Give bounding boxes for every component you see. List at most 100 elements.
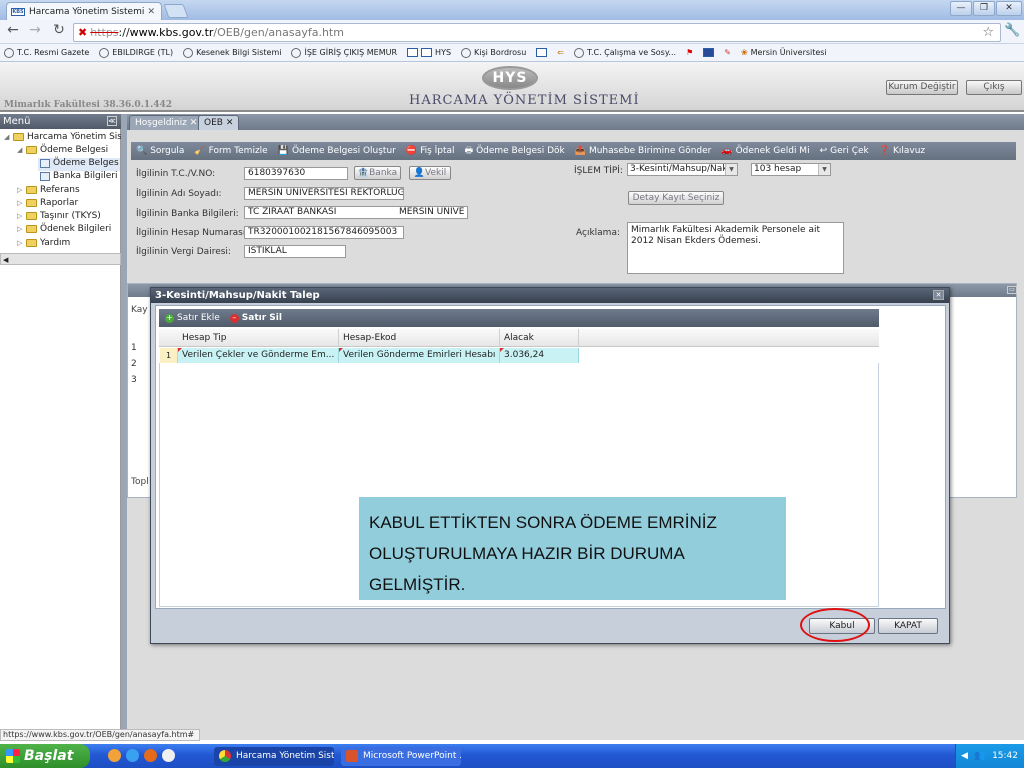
- column-alacak[interactable]: Alacak: [500, 329, 579, 347]
- menu-item-yardim[interactable]: ▷ Yardım: [17, 238, 70, 248]
- cell-hesap-tip[interactable]: Verilen Çekler ve Gönderme Em...: [178, 348, 339, 363]
- muhasebe-gonder-button[interactable]: 📤 Muhasebe Birimine Gönder: [575, 146, 712, 156]
- taskbar-item-powerpoint[interactable]: Microsoft PowerPoint ...: [341, 747, 461, 766]
- odeme-belgesi-olustur-button[interactable]: 💾 Ödeme Belgesi Oluştur: [278, 146, 396, 156]
- change-unit-button[interactable]: Kurum Değiştir: [886, 80, 958, 95]
- expand-icon: ▷: [17, 239, 23, 247]
- bookmarks-bar: T.C. Resmi Gazete EBILDIRGE (TL) Kesenek…: [0, 44, 1024, 62]
- chevron-down-icon[interactable]: ▼: [818, 164, 830, 175]
- close-tab-icon[interactable]: ✕: [190, 118, 198, 128]
- globe-icon: [4, 47, 14, 58]
- tc-label: İlgilinin T.C./V.NO:: [136, 169, 216, 179]
- menu-item-tasinir[interactable]: ▷ Taşınır (TKYS): [17, 211, 101, 221]
- form-temizle-button[interactable]: 🧹 Form Temizle: [194, 146, 267, 156]
- collapse-icon[interactable]: ≪: [107, 116, 117, 126]
- odeme-belgesi-dok-button[interactable]: 🖶 Ödeme Belgesi Dök: [465, 143, 565, 159]
- collapse-icon[interactable]: ▭: [1007, 286, 1017, 294]
- islem-select[interactable]: 3-Kesinti/Mahsup/Nak ▼: [627, 163, 738, 176]
- tab-oeb[interactable]: OEB ✕: [198, 115, 240, 130]
- minimize-icon[interactable]: —: [950, 1, 972, 16]
- back-arrow-icon[interactable]: ←: [4, 22, 22, 38]
- close-window-icon[interactable]: ✕: [996, 1, 1022, 16]
- bookmark-item[interactable]: ⇐: [557, 48, 564, 57]
- bookmark-item[interactable]: Kesenek Bilgi Sistemi: [183, 47, 281, 58]
- bookmark-item[interactable]: Kişi Bordrosu: [461, 47, 526, 58]
- desc-textarea[interactable]: Mimarlık Fakültesi Akademik Personele ai…: [627, 222, 844, 274]
- iban-input[interactable]: TR320001002181567846095003: [244, 226, 404, 239]
- browser-tab[interactable]: KBS Harcama Yönetim Sistemi ✕: [6, 2, 162, 20]
- modal-close-icon[interactable]: ✕: [933, 290, 944, 300]
- odenek-geldi-mi-button[interactable]: 🚗 Ödenek Geldi Mi: [721, 146, 809, 156]
- row-number: 1: [131, 343, 137, 353]
- user-icon: 👤: [413, 168, 425, 178]
- folder-icon: [26, 146, 37, 154]
- forward-arrow-icon[interactable]: →: [26, 22, 44, 38]
- bookmark-item[interactable]: [536, 48, 548, 57]
- user-tray-icon[interactable]: 👥: [974, 744, 985, 768]
- close-tab-icon[interactable]: ✕: [147, 7, 155, 17]
- menu-item-hys[interactable]: ◢ Harcama Yönetim Sis: [4, 132, 122, 142]
- tax-input[interactable]: İSTİKLAL: [244, 245, 346, 258]
- desktop-quicklaunch-icon[interactable]: [162, 749, 175, 762]
- desc-label: Açıklama:: [576, 228, 620, 238]
- menu-item-raporlar[interactable]: ▷ Raporlar: [17, 198, 78, 208]
- bank-input[interactable]: TC ZIRAAT BANKASI MERSİN ÜNİVE: [244, 206, 468, 219]
- bookmark-item[interactable]: T.C. Resmi Gazete: [4, 47, 89, 58]
- exit-button[interactable]: Çıkış: [966, 80, 1022, 95]
- close-tab-icon[interactable]: ✕: [226, 118, 234, 128]
- cell-hesap-ekod[interactable]: Verilen Gönderme Emirleri Hesabı: [339, 348, 500, 363]
- bookmark-item[interactable]: ⚑: [686, 48, 693, 57]
- menu-horizontal-scrollbar[interactable]: ◀: [0, 253, 121, 265]
- bookmark-item[interactable]: HYS: [407, 48, 451, 57]
- cell-alacak[interactable]: 3.036,24: [500, 348, 579, 363]
- bookmark-star-icon[interactable]: ☆: [982, 25, 994, 40]
- tax-label: İlgilinin Vergi Dairesi:: [136, 247, 231, 257]
- bookmark-item[interactable]: T.C. Çalışma ve Sosy...: [574, 47, 676, 58]
- menu-item-odeme-belgesi[interactable]: ◢ Ödeme Belgesi: [17, 145, 108, 155]
- menu-item-odeme-belgesi-sub[interactable]: Ödeme Belges: [40, 158, 119, 168]
- ie-quicklaunch-icon[interactable]: [126, 749, 139, 762]
- firefox-quicklaunch-icon[interactable]: [144, 749, 157, 762]
- network-icon[interactable]: ◀: [961, 744, 968, 768]
- hys-logo: HYS: [482, 66, 538, 90]
- bookmark-item[interactable]: ❀ Mersin Üniversitesi: [741, 48, 827, 57]
- add-row-button[interactable]: + Satır Ekle: [165, 313, 220, 323]
- column-hesap-tip[interactable]: Hesap Tip: [178, 329, 339, 347]
- menu-header: Menü ≪: [0, 114, 121, 129]
- tc-input[interactable]: 6180397630: [244, 167, 348, 180]
- chrome-quicklaunch-icon[interactable]: [108, 749, 121, 762]
- chevron-down-icon[interactable]: ▼: [725, 164, 737, 175]
- site-icon: [536, 48, 548, 57]
- folder-icon: [26, 212, 37, 220]
- tab-hosgeldiniz[interactable]: Hoşgeldiniz ✕: [129, 115, 204, 130]
- menu-item-referans[interactable]: ▷ Referans: [17, 185, 80, 195]
- action-toolbar: 🔍 Sorgula 🧹 Form Temizle 💾 Ödeme Belgesi Ol…: [131, 142, 1016, 160]
- column-hesap-ekod[interactable]: Hesap-Ekod: [339, 329, 500, 347]
- bookmark-item[interactable]: EBILDIRGE (TL): [99, 47, 173, 58]
- bookmark-item[interactable]: İŞE GİRİŞ ÇIKIŞ MEMUR: [291, 47, 397, 58]
- bookmark-item[interactable]: ✎: [724, 48, 731, 57]
- bookmark-item[interactable]: [703, 48, 715, 57]
- sorgula-button[interactable]: 🔍 Sorgula: [136, 146, 184, 156]
- scroll-left-icon[interactable]: ◀: [1, 256, 8, 264]
- menu-item-banka-bilgileri[interactable]: Banka Bilgileri: [40, 171, 117, 181]
- expand-icon: ▷: [17, 199, 23, 207]
- hesap-select[interactable]: 103 hesap ▼: [751, 163, 831, 176]
- taskbar-item-browser[interactable]: Harcama Yönetim Sist...: [214, 747, 334, 766]
- delete-row-button[interactable]: – Satır Sil: [229, 313, 282, 323]
- address-bar[interactable]: ✖ https://www.kbs.gov.tr/OEB/gen/anasayf…: [73, 23, 1001, 42]
- banka-button[interactable]: 🏦Banka: [354, 166, 401, 180]
- wrench-icon[interactable]: 🔧: [1004, 23, 1020, 38]
- vekil-button[interactable]: 👤Vekil: [409, 166, 451, 180]
- start-button[interactable]: Başlat: [0, 744, 90, 768]
- detail-button[interactable]: Detay Kayıt Seçiniz: [628, 191, 724, 205]
- reload-icon[interactable]: ↻: [50, 22, 68, 38]
- geri-cek-button[interactable]: ↩ Geri Çek: [820, 146, 869, 156]
- maximize-icon[interactable]: ❐: [973, 1, 995, 16]
- menu-item-odenek[interactable]: ▷ Ödenek Bilgileri: [17, 224, 111, 234]
- undo-icon: ↩: [819, 146, 828, 156]
- fis-iptal-button[interactable]: ⛔ Fiş İptal: [406, 146, 455, 156]
- name-input[interactable]: MERSİN ÜNİVERSİTESİ REKTÖRLÜĞ: [244, 187, 404, 200]
- kilavuz-button[interactable]: ❓ Kılavuz: [879, 146, 925, 156]
- close-modal-button[interactable]: KAPAT: [878, 618, 938, 634]
